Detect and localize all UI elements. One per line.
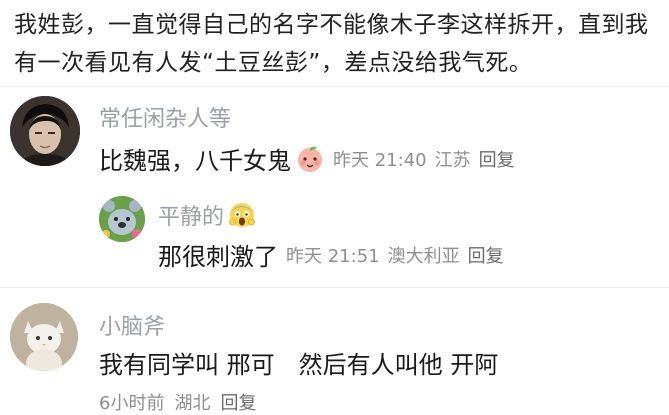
reply-text: 那很刺激了 (158, 243, 278, 271)
reply-button[interactable]: 回复 (468, 246, 504, 267)
comment-username[interactable]: 常任闲杂人等 (99, 101, 231, 133)
post-text: 我姓彭，一直觉得自己的名字不能像木子李这样拆开，直到我有一次看见有人发“土豆丝彭… (14, 12, 649, 76)
comment-meta: 昨天 21:40 江苏 回复 (333, 146, 523, 172)
avatar-koala-icon (99, 196, 145, 242)
comment-text: 比魏强，八千女鬼 (99, 147, 291, 175)
reply-location: 澳大利亚 (387, 245, 460, 267)
avatar[interactable] (10, 96, 80, 166)
divider (0, 86, 669, 87)
comment-time: 6小时前 (99, 393, 165, 414)
comment-username[interactable]: 小脑斧 (99, 309, 165, 341)
comment-location: 江苏 (434, 149, 471, 171)
reply-username[interactable]: 平静的 (158, 199, 224, 231)
comment-text-row: 比魏强，八千女鬼 昨天 21:40 江苏 回复 (99, 141, 523, 176)
comment-time: 昨天 21:40 (333, 149, 427, 171)
reply-username-row: 平静的 (158, 199, 256, 231)
avatar-cat-icon (10, 303, 78, 371)
avatar[interactable] (99, 196, 145, 242)
comment-location: 湖北 (174, 393, 211, 414)
reply-text-row: 那很刺激了 昨天 21:51 澳大利亚 回复 (158, 237, 512, 272)
reply-button[interactable]: 回复 (220, 393, 256, 414)
peach-face-emoji-icon (295, 144, 325, 174)
screaming-face-emoji-icon (228, 201, 256, 229)
comment-text: 我有同学叫 邢可 然后有人叫他 开阿 (99, 351, 499, 379)
avatar[interactable] (10, 303, 78, 371)
reply-meta: 昨天 21:51 澳大利亚 回复 (286, 242, 512, 268)
comment-meta: 6小时前 湖北 回复 (99, 389, 266, 415)
reply-button[interactable]: 回复 (479, 150, 515, 171)
avatar-portrait-icon (10, 96, 80, 166)
reply-time: 昨天 21:51 (286, 245, 380, 267)
divider (0, 287, 669, 288)
